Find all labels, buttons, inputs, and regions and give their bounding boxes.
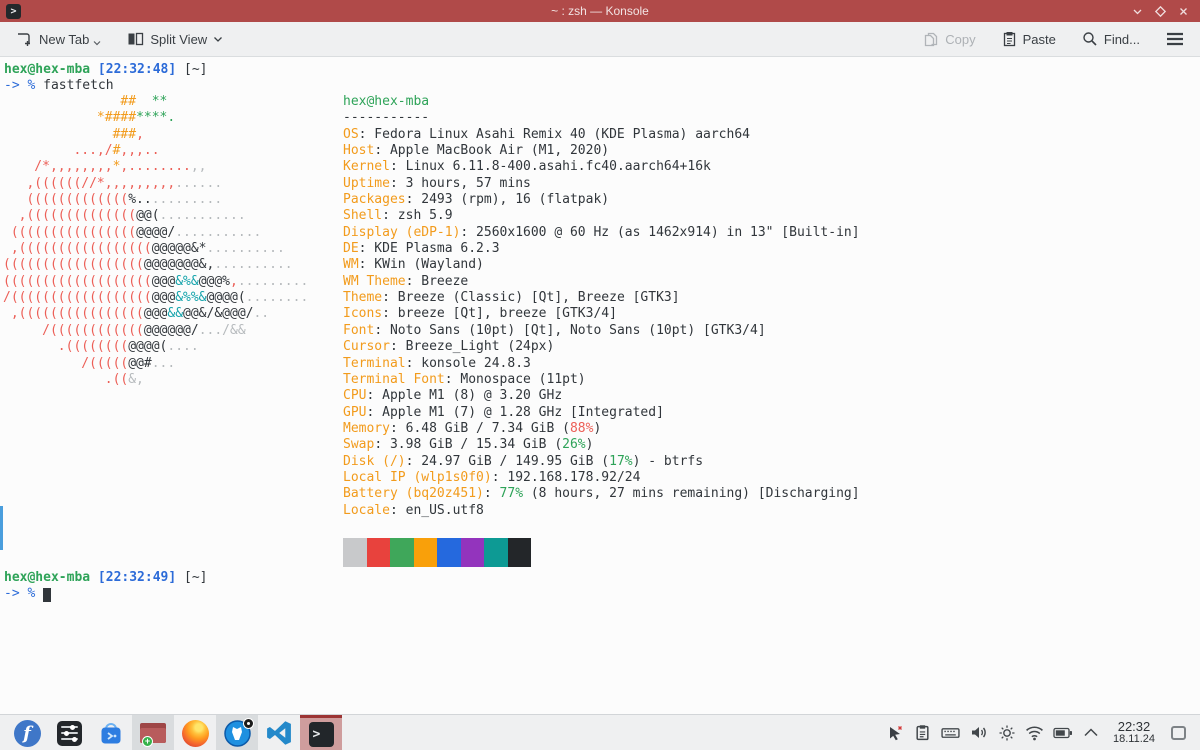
palette-block (390, 538, 414, 567)
wifi-icon[interactable] (1023, 721, 1047, 745)
konsole-icon: > (309, 722, 334, 747)
find-label: Find... (1104, 32, 1140, 47)
prompt-block-1: hex@hex-mba [22:32:48] [~]-> % fastfetch (4, 62, 208, 95)
paste-button[interactable]: Paste (996, 27, 1062, 51)
chevron-down-icon (93, 40, 101, 46)
vscode-icon (266, 720, 292, 746)
launcher-vscode[interactable] (258, 715, 300, 750)
toolbar: New Tab Split View Copy Paste Find... (0, 22, 1200, 57)
discover-bag-icon (98, 720, 124, 746)
copy-label: Copy (945, 32, 975, 47)
new-tab-icon (16, 31, 33, 47)
fastfetch-logo: ## ** *####****. ###, ...,/#,,,.. /*,,,,… (3, 94, 308, 388)
minimize-button[interactable] (1131, 5, 1144, 18)
digital-clock[interactable]: 22:32 18.11.24 (1113, 720, 1155, 745)
split-view-icon (127, 31, 144, 47)
system-settings-icon (57, 721, 82, 746)
firefox-icon (182, 720, 209, 747)
show-desktop-button[interactable] (1171, 726, 1186, 740)
window-title: ~ : zsh — Konsole (0, 4, 1200, 18)
clipboard-icon[interactable] (911, 721, 935, 745)
new-tab-label: New Tab (39, 32, 89, 47)
launcher-discover[interactable] (90, 715, 132, 750)
fastfetch-info: hex@hex-mba-----------OS: Fedora Linux A… (343, 94, 860, 519)
menu-button[interactable] (1160, 28, 1190, 50)
close-button[interactable] (1177, 5, 1190, 18)
pointer-input-icon[interactable] (883, 721, 907, 745)
notification-badge-icon (243, 718, 254, 729)
split-view-label: Split View (150, 32, 207, 47)
terminal-color-palette (343, 538, 531, 567)
task-manager: f + (6, 715, 342, 750)
brightness-icon[interactable] (995, 721, 1019, 745)
web-browser-icon (224, 720, 251, 747)
palette-block (437, 538, 461, 567)
hamburger-icon (1166, 32, 1184, 46)
konsole-app-icon: > (6, 4, 21, 19)
task-konsole-active[interactable]: > (300, 715, 342, 750)
copy-icon (923, 31, 939, 47)
paste-icon (1002, 31, 1017, 47)
terminal-area[interactable]: hex@hex-mba [22:32:48] [~]-> % fastfetch… (0, 57, 1200, 714)
palette-block (343, 538, 367, 567)
battery-icon[interactable] (1051, 721, 1075, 745)
output-indicator (0, 506, 3, 550)
titlebar[interactable]: > ~ : zsh — Konsole (0, 0, 1200, 22)
keyboard-icon[interactable] (939, 721, 963, 745)
palette-block (508, 538, 532, 567)
launcher-firefox[interactable] (174, 715, 216, 750)
clock-date: 18.11.24 (1113, 734, 1155, 746)
prompt-block-2: hex@hex-mba [22:32:49] [~]-> % (4, 570, 208, 603)
volume-icon[interactable] (967, 721, 991, 745)
palette-block (414, 538, 438, 567)
fedora-logo-icon: f (14, 720, 41, 747)
konsole-window: > ~ : zsh — Konsole New Tab Split View (0, 0, 1200, 750)
chevron-down-icon (213, 36, 223, 43)
palette-block (461, 538, 485, 567)
dolphin-folder-icon: + (140, 723, 166, 743)
paste-label: Paste (1023, 32, 1056, 47)
copy-button[interactable]: Copy (917, 27, 981, 51)
maximize-button[interactable] (1154, 5, 1167, 18)
find-button[interactable]: Find... (1076, 27, 1146, 51)
task-dolphin[interactable]: + (132, 715, 174, 750)
system-tray: 22:32 18.11.24 (883, 720, 1194, 745)
clock-time: 22:32 (1113, 720, 1155, 734)
search-icon (1082, 31, 1098, 47)
expand-tray-icon[interactable] (1079, 721, 1103, 745)
launcher-system-settings[interactable] (48, 715, 90, 750)
split-view-button[interactable]: Split View (121, 27, 229, 51)
palette-block (367, 538, 391, 567)
palette-block (484, 538, 508, 567)
new-tab-button[interactable]: New Tab (10, 27, 107, 51)
task-web-browser[interactable] (216, 715, 258, 750)
taskbar: f + (0, 714, 1200, 750)
launcher-fedora-menu[interactable]: f (6, 715, 48, 750)
